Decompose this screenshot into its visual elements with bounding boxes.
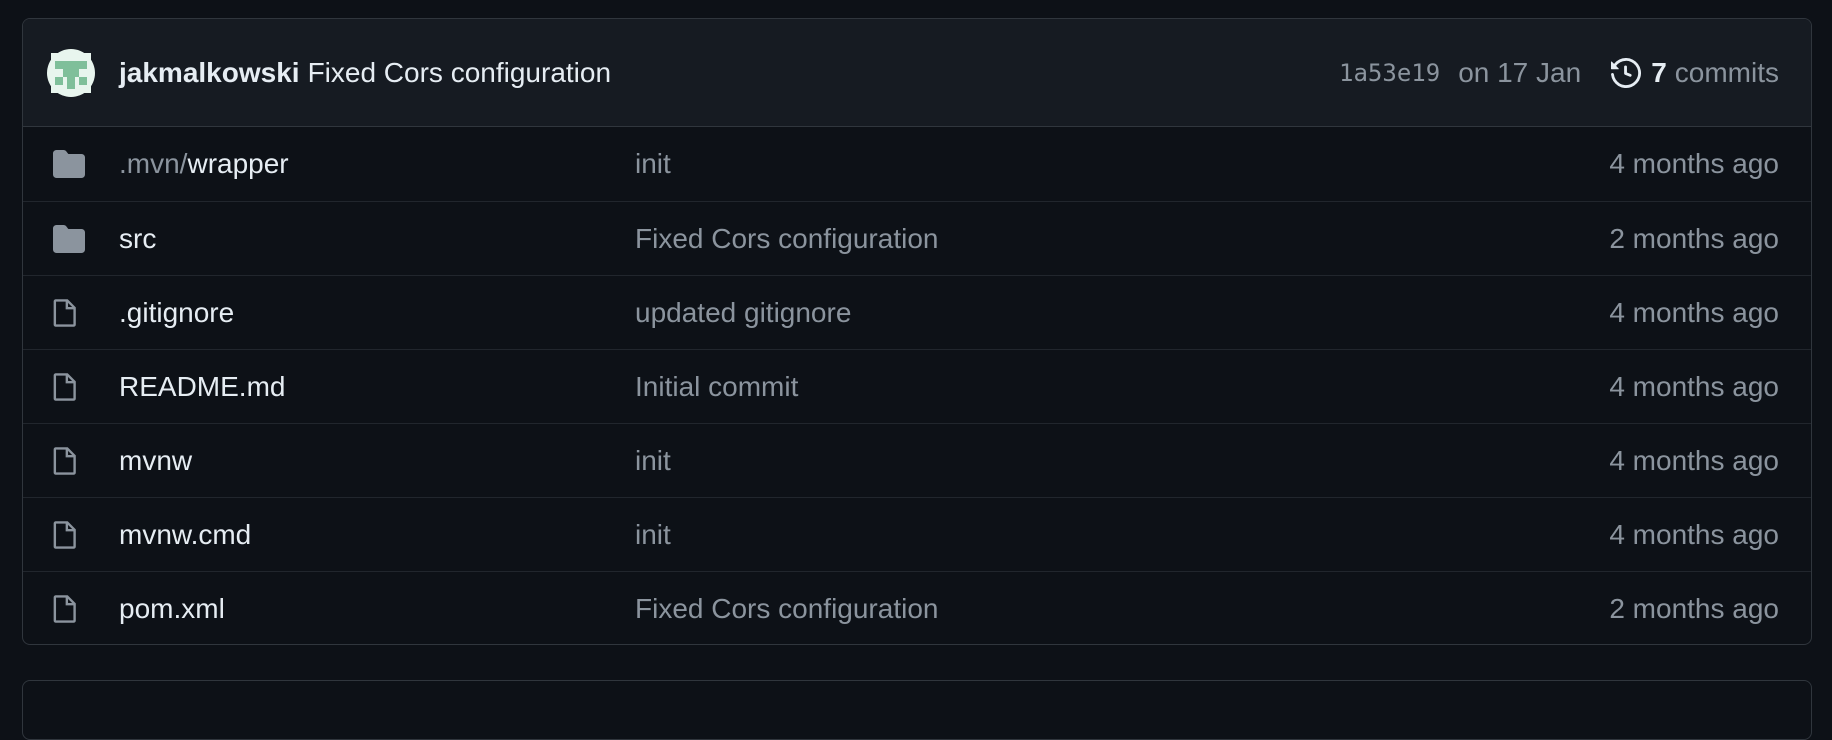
file-name: wrapper [187,148,289,179]
identicon-icon [51,52,91,93]
folder-icon [23,224,119,253]
file-name-link[interactable]: mvnw [119,445,635,477]
avatar[interactable] [47,48,95,97]
commit-sha-link[interactable]: 1a53e19 [1339,59,1440,87]
file-name: .gitignore [119,296,235,328]
file-commit-time: 2 months ago [1609,592,1779,624]
file-icon [23,298,119,328]
file-row[interactable]: mvnw.cmd init 4 months ago [23,497,1811,571]
file-name-link[interactable]: .gitignore [119,297,635,329]
file-path-prefix: .mvn/ [119,148,188,179]
file-icon [23,446,119,476]
file-name-link[interactable]: README.md [119,371,635,403]
file-commit-message-link[interactable]: init [635,148,1609,180]
file-commit-message-link[interactable]: Fixed Cors configuration [635,223,1609,255]
file-commit-time: 4 months ago [1609,370,1779,402]
folder-icon [23,150,119,178]
file-commit-message-link[interactable]: init [635,519,1609,551]
file-commit-time: 4 months ago [1609,296,1779,328]
file-list: .mvn/wrapper init 4 months ago src Fixed Cor… [23,127,1811,644]
file-icon [23,372,119,402]
readme-box [22,680,1812,740]
file-name: mvnw.cmd [119,518,252,550]
file-name: mvnw [119,444,193,476]
file-commit-message-link[interactable]: init [635,445,1609,477]
file-name-link[interactable]: .mvn/wrapper [119,148,635,180]
file-commit-message-link[interactable]: Initial commit [635,371,1609,403]
commits-link[interactable]: commits [1675,57,1779,89]
commit-author-link[interactable]: jakmalkowski [119,57,300,89]
file-commit-time: 4 months ago [1609,148,1779,179]
file-icon [23,594,119,624]
file-name: src [119,222,157,254]
commit-message-link[interactable]: Fixed Cors configuration [308,57,611,89]
commit-date: on 17 Jan [1458,56,1582,88]
commit-count[interactable]: 7 [1651,57,1667,89]
file-name-link[interactable]: pom.xml [119,593,635,625]
file-row[interactable]: src Fixed Cors configuration 2 months ago [23,201,1811,275]
file-commit-time: 4 months ago [1609,444,1779,476]
file-row[interactable]: mvnw init 4 months ago [23,423,1811,497]
file-name: pom.xml [119,592,225,624]
latest-commit-bar: jakmalkowski Fixed Cors configuration 1a… [23,19,1811,127]
file-icon [23,520,119,550]
file-name: README.md [119,370,286,402]
file-row[interactable]: pom.xml Fixed Cors configuration 2 months … [23,571,1811,644]
file-name-link[interactable]: mvnw.cmd [119,519,635,551]
file-row[interactable]: .gitignore updated gitignore 4 months ago [23,275,1811,349]
file-commit-time: 2 months ago [1609,222,1779,254]
file-row[interactable]: README.md Initial commit 4 months ago [23,349,1811,423]
file-browser: jakmalkowski Fixed Cors configuration 1a… [22,18,1812,645]
file-commit-time: 4 months ago [1609,518,1779,550]
file-commit-message-link[interactable]: Fixed Cors configuration [635,593,1609,625]
file-commit-message-link[interactable]: updated gitignore [635,297,1609,329]
file-name-link[interactable]: src [119,223,635,255]
history-icon[interactable] [1611,57,1642,88]
file-row[interactable]: .mvn/wrapper init 4 months ago [23,127,1811,201]
